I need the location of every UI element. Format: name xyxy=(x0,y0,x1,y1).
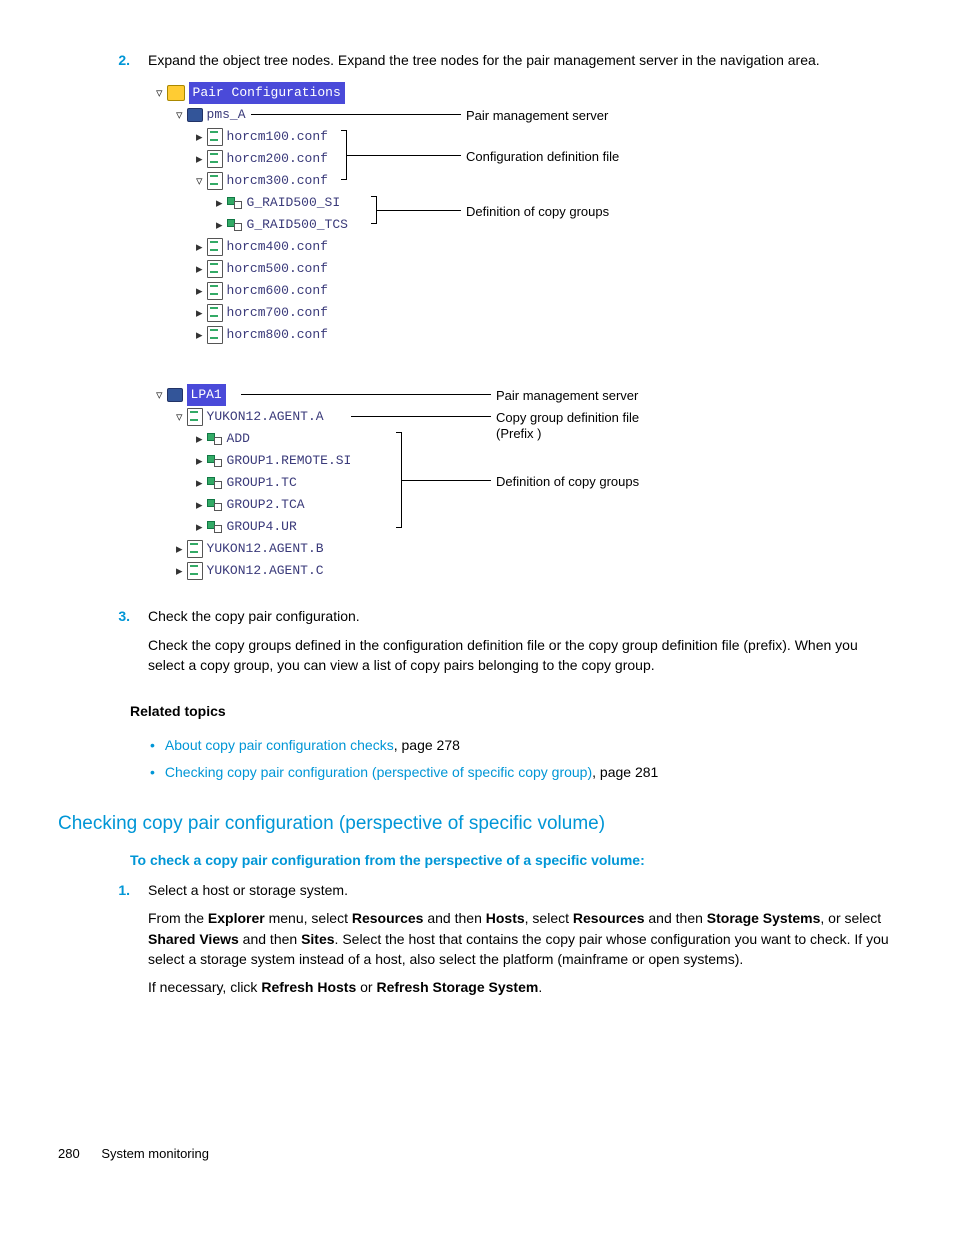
expand-icon xyxy=(176,407,187,428)
page-ref: , page 278 xyxy=(394,737,460,753)
collapse-icon xyxy=(216,215,227,236)
collapse-icon xyxy=(176,539,187,560)
group-icon xyxy=(207,499,223,511)
tree-item: GROUP1.REMOTE.SI xyxy=(227,451,352,471)
annotation: Configuration definition file xyxy=(466,147,619,167)
related-topics-list: About copy pair configuration checks, pa… xyxy=(150,735,896,782)
list-item: About copy pair configuration checks, pa… xyxy=(150,735,896,755)
tree-item: GROUP2.TCA xyxy=(227,495,305,515)
step-text: From the Explorer menu, select Resources… xyxy=(148,908,896,969)
step-3: 3. Check the copy pair configuration. Ch… xyxy=(58,606,896,683)
doc-icon xyxy=(207,326,223,344)
collapse-icon xyxy=(196,451,207,472)
step-2: 2. Expand the object tree nodes. Expand … xyxy=(58,50,896,70)
step-text: Check the copy groups defined in the con… xyxy=(148,635,896,676)
annotation: Pair management server xyxy=(496,386,638,406)
tree-item: YUKON12.AGENT.C xyxy=(207,561,324,581)
step-number: 2. xyxy=(58,50,148,70)
group-icon xyxy=(207,521,223,533)
step-number: 3. xyxy=(58,606,148,683)
doc-icon xyxy=(207,128,223,146)
doc-icon xyxy=(207,150,223,168)
group-icon xyxy=(227,197,243,209)
tree-diagram-2: LPA1 YUKON12.AGENT.A ADD GROUP1.REMOTE.S… xyxy=(156,384,896,594)
collapse-icon xyxy=(196,303,207,324)
page-ref: , page 281 xyxy=(592,764,658,780)
expand-icon xyxy=(156,83,167,104)
tree-item: horcm300.conf xyxy=(227,171,328,191)
collapse-icon xyxy=(196,237,207,258)
chapter-title: System monitoring xyxy=(101,1146,209,1161)
group-icon xyxy=(207,433,223,445)
annotation: Definition of copy groups xyxy=(466,202,609,222)
doc-icon xyxy=(187,408,203,426)
expand-icon xyxy=(156,385,167,406)
doc-icon xyxy=(207,260,223,278)
list-item: Checking copy pair configuration (perspe… xyxy=(150,762,896,782)
annotation: Definition of copy groups xyxy=(496,472,639,492)
tree-item: YUKON12.AGENT.A xyxy=(207,407,324,427)
expand-icon xyxy=(196,171,207,192)
tree-pms: pms_A xyxy=(207,105,246,125)
tree-item: ADD xyxy=(227,429,250,449)
collapse-icon xyxy=(196,325,207,346)
tree-item: horcm500.conf xyxy=(227,259,328,279)
tree-diagram-1: Pair Configurations pms_A horcm100.conf … xyxy=(156,82,896,372)
link[interactable]: About copy pair configuration checks xyxy=(165,737,394,753)
step-text: If necessary, click Refresh Hosts or Ref… xyxy=(148,977,896,997)
tree-item: horcm100.conf xyxy=(227,127,328,147)
related-topics-heading: Related topics xyxy=(130,701,896,721)
collapse-icon xyxy=(176,561,187,582)
tree-item: horcm200.conf xyxy=(227,149,328,169)
collapse-icon xyxy=(196,517,207,538)
step-number: 1. xyxy=(58,880,148,1005)
tree-root: Pair Configurations xyxy=(189,82,345,104)
doc-icon xyxy=(207,282,223,300)
doc-icon xyxy=(207,172,223,190)
group-icon xyxy=(227,219,243,231)
doc-icon xyxy=(187,540,203,558)
tree-item: horcm400.conf xyxy=(227,237,328,257)
tree-item: GROUP1.TC xyxy=(227,473,297,493)
section-subheading: To check a copy pair configuration from … xyxy=(130,850,896,870)
section-heading: Checking copy pair configuration (perspe… xyxy=(58,810,896,838)
collapse-icon xyxy=(216,193,227,214)
host-icon xyxy=(167,388,183,402)
collapse-icon xyxy=(196,259,207,280)
page-number: 280 xyxy=(58,1146,80,1161)
group-icon xyxy=(207,455,223,467)
tree-item: GROUP4.UR xyxy=(227,517,297,537)
step-text: Expand the object tree nodes. Expand the… xyxy=(148,50,896,70)
step-1b: 1. Select a host or storage system. From… xyxy=(58,880,896,1005)
doc-icon xyxy=(187,562,203,580)
tree-item: YUKON12.AGENT.B xyxy=(207,539,324,559)
collapse-icon xyxy=(196,127,207,148)
collapse-icon xyxy=(196,149,207,170)
link[interactable]: Checking copy pair configuration (perspe… xyxy=(165,764,592,780)
host-icon xyxy=(187,108,203,122)
annotation: Pair management server xyxy=(466,106,608,126)
folder-icon xyxy=(167,85,185,101)
step-text: Select a host or storage system. xyxy=(148,880,896,900)
tree-item: G_RAID500_SI xyxy=(247,193,341,213)
group-icon xyxy=(207,477,223,489)
expand-icon xyxy=(176,105,187,126)
tree-item: G_RAID500_TCS xyxy=(247,215,348,235)
tree-item: horcm800.conf xyxy=(227,325,328,345)
doc-icon xyxy=(207,238,223,256)
annotation: (Prefix ) xyxy=(496,424,542,444)
tree-item: horcm600.conf xyxy=(227,281,328,301)
tree-item: horcm700.conf xyxy=(227,303,328,323)
tree-lpa: LPA1 xyxy=(187,384,226,406)
page-footer: 280 System monitoring xyxy=(58,1145,896,1164)
doc-icon xyxy=(207,304,223,322)
collapse-icon xyxy=(196,281,207,302)
step-text: Check the copy pair configuration. xyxy=(148,606,896,626)
collapse-icon xyxy=(196,429,207,450)
collapse-icon xyxy=(196,473,207,494)
collapse-icon xyxy=(196,495,207,516)
